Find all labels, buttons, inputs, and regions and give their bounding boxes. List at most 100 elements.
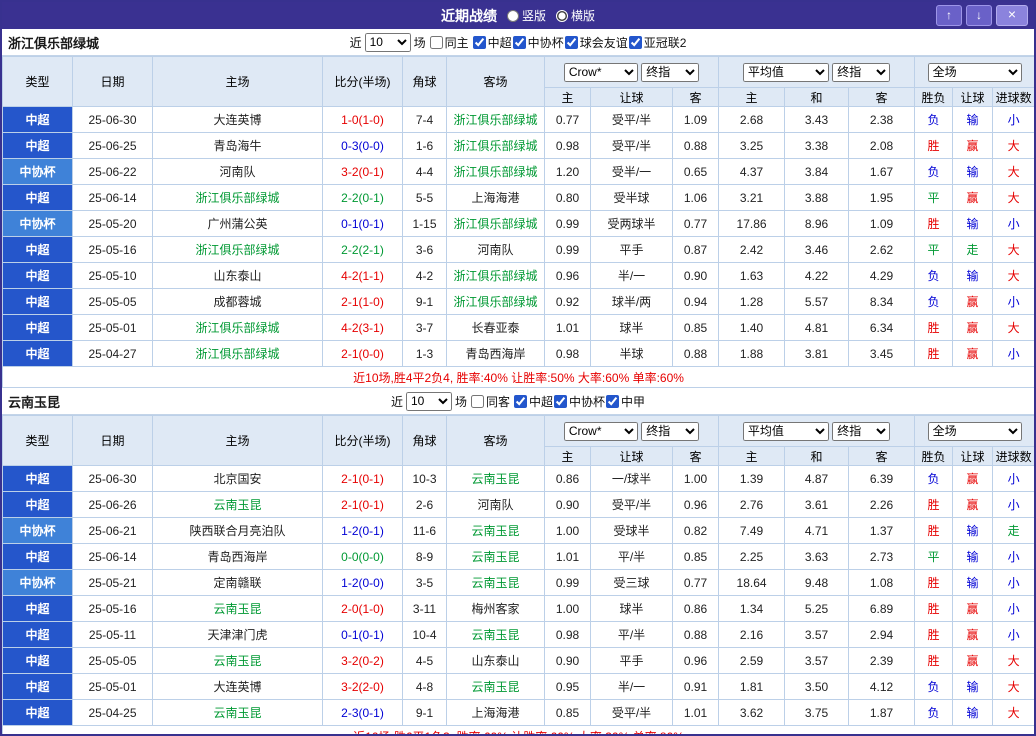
avg-away-cell: 8.34 bbox=[848, 288, 916, 315]
league-checkbox[interactable] bbox=[514, 394, 527, 408]
league-filter[interactable]: 中协杯 bbox=[512, 34, 564, 51]
scroll-up-button[interactable]: ↑ bbox=[936, 5, 962, 26]
league-type-cell: 中超 bbox=[2, 595, 73, 622]
odds-away-cell: 0.77 bbox=[671, 569, 720, 596]
odds-away-cell: 0.96 bbox=[671, 647, 720, 674]
layout-vertical-option[interactable]: 竖版 bbox=[506, 7, 546, 24]
avg-home-cell: 3.25 bbox=[718, 132, 786, 159]
table-row: 中超 25-04-27 浙江俱乐部绿城 2-1(0-0) 1-3 青岛西海岸 0… bbox=[2, 340, 1034, 367]
handicap-cell: 受平/半 bbox=[590, 106, 673, 133]
avg-draw-cell: 3.63 bbox=[784, 543, 850, 570]
result-cell: 负 bbox=[914, 262, 954, 289]
league-label: 中协杯 bbox=[527, 35, 564, 50]
handicap-cell: 受平/半 bbox=[590, 132, 673, 159]
average-select[interactable]: 平均值 bbox=[742, 421, 829, 441]
league-checkbox[interactable] bbox=[628, 35, 642, 49]
same-venue-filter[interactable]: 同主 bbox=[429, 34, 469, 51]
same-venue-checkbox[interactable] bbox=[429, 35, 443, 49]
average-odds-header: 平均值 终指 bbox=[718, 415, 916, 447]
handicap-cell: 平/半 bbox=[590, 621, 673, 648]
goals-result-cell: 小 bbox=[992, 340, 1034, 367]
goals-result-cell: 大 bbox=[992, 314, 1034, 341]
final-odds-select[interactable]: 终指 bbox=[641, 421, 700, 441]
scroll-down-button[interactable]: ↓ bbox=[966, 5, 992, 26]
avg-draw-cell: 3.50 bbox=[784, 673, 850, 700]
final-odds-select[interactable]: 终指 bbox=[641, 62, 700, 82]
table-row: 中超 25-06-30 北京国安 2-1(0-1) 10-3 云南玉昆 0.86… bbox=[2, 465, 1034, 492]
avg-away-cell: 6.39 bbox=[848, 465, 916, 492]
same-venue-filter[interactable]: 同客 bbox=[470, 393, 510, 410]
league-checkbox[interactable] bbox=[472, 35, 486, 49]
close-button[interactable]: × bbox=[996, 5, 1028, 26]
same-venue-checkbox[interactable] bbox=[470, 394, 484, 408]
avg-home-cell: 3.21 bbox=[718, 184, 786, 211]
league-filter[interactable]: 中协杯 bbox=[553, 393, 605, 410]
odds-away-cell: 0.87 bbox=[671, 236, 720, 263]
league-filter[interactable]: 亚冠联2 bbox=[628, 34, 686, 51]
final-odds-select[interactable]: 终指 bbox=[832, 421, 891, 441]
league-checkbox[interactable] bbox=[512, 35, 526, 49]
league-filter[interactable]: 球会友谊 bbox=[564, 34, 628, 51]
handicap-cell: 受半球 bbox=[590, 184, 673, 211]
odds-home-cell: 0.90 bbox=[544, 647, 591, 674]
layout-horizontal-option[interactable]: 横版 bbox=[556, 7, 595, 24]
away-team-cell: 青岛西海岸 bbox=[446, 340, 545, 367]
titlebar-buttons: ↑ ↓ × bbox=[936, 5, 1028, 26]
col-away: 客场 bbox=[446, 56, 545, 107]
final-odds-select[interactable]: 终指 bbox=[832, 62, 891, 82]
vertical-radio-label: 竖版 bbox=[521, 9, 546, 23]
league-checkbox[interactable] bbox=[606, 394, 620, 408]
league-label: 球会友谊 bbox=[579, 35, 628, 50]
league-filter[interactable]: 中超 bbox=[513, 393, 553, 410]
date-cell: 25-04-25 bbox=[72, 699, 153, 726]
avg-home-cell: 2.59 bbox=[718, 647, 786, 674]
date-cell: 25-06-26 bbox=[72, 491, 153, 518]
odds-home-cell: 0.85 bbox=[544, 699, 591, 726]
fulltime-select[interactable]: 全场 bbox=[927, 62, 1022, 82]
col-goals: 进球数 bbox=[992, 87, 1034, 107]
col-avg-draw: 和 bbox=[784, 87, 850, 107]
goals-result-cell: 小 bbox=[992, 569, 1034, 596]
corners-cell: 9-1 bbox=[402, 288, 447, 315]
date-cell: 25-05-05 bbox=[72, 647, 153, 674]
odds-away-cell: 0.65 bbox=[671, 158, 720, 185]
horizontal-radio[interactable] bbox=[556, 9, 568, 22]
games-suffix-label: 场 bbox=[413, 35, 426, 50]
avg-draw-cell: 9.48 bbox=[784, 569, 850, 596]
score-cell: 2-2(0-1) bbox=[322, 184, 403, 211]
league-type-cell: 中超 bbox=[2, 543, 73, 570]
away-team-cell: 浙江俱乐部绿城 bbox=[446, 158, 545, 185]
odds-away-cell: 0.82 bbox=[671, 517, 720, 544]
games-count-select[interactable]: 10 bbox=[405, 391, 452, 411]
col-result: 胜负 bbox=[914, 446, 954, 466]
fulltime-select[interactable]: 全场 bbox=[927, 421, 1022, 441]
handicap-cell: 受平/半 bbox=[590, 491, 673, 518]
bookmaker-select[interactable]: Crow* bbox=[563, 62, 638, 82]
summary-text: 近10场,胜6平1负3, 胜率:60% 让胜率:60% 大率:30% 单率:80… bbox=[2, 725, 1034, 734]
avg-draw-cell: 4.81 bbox=[784, 314, 850, 341]
league-checkbox[interactable] bbox=[554, 394, 568, 408]
down-arrow-icon: ↓ bbox=[976, 8, 982, 22]
league-filter[interactable]: 中甲 bbox=[605, 393, 645, 410]
league-type-cell: 中超 bbox=[2, 262, 73, 289]
games-count-select[interactable]: 10 bbox=[364, 32, 411, 52]
odds-home-cell: 0.99 bbox=[544, 236, 591, 263]
goals-result-cell: 小 bbox=[992, 595, 1034, 622]
home-team-cell: 浙江俱乐部绿城 bbox=[152, 314, 323, 341]
filters: 近 10 场 同客 中超 中协杯 中甲 bbox=[391, 391, 645, 411]
handicap-result-cell: 走 bbox=[952, 236, 994, 263]
col-handicap-result: 让球 bbox=[952, 446, 994, 466]
league-type-cell: 中超 bbox=[2, 340, 73, 367]
home-team-cell: 陕西联合月亮泊队 bbox=[152, 517, 323, 544]
avg-home-cell: 2.16 bbox=[718, 621, 786, 648]
league-checkbox[interactable] bbox=[564, 35, 578, 49]
home-team-cell: 山东泰山 bbox=[152, 262, 323, 289]
vertical-radio[interactable] bbox=[506, 9, 519, 22]
average-select[interactable]: 平均值 bbox=[742, 62, 829, 82]
league-filter[interactable]: 中超 bbox=[472, 34, 512, 51]
handicap-result-cell: 输 bbox=[952, 699, 994, 726]
avg-away-cell: 2.38 bbox=[848, 106, 916, 133]
bookmaker-select[interactable]: Crow* bbox=[563, 421, 638, 441]
near-label: 近 bbox=[349, 35, 362, 50]
league-label: 中超 bbox=[529, 394, 554, 409]
